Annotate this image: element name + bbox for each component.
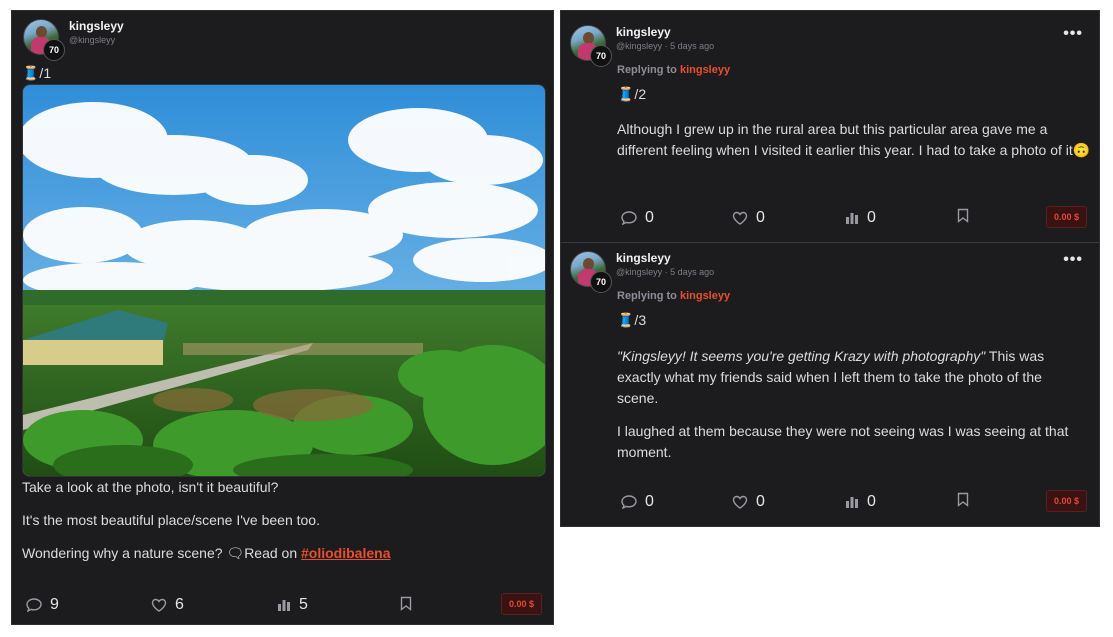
view-count: 0 (867, 209, 876, 226)
replying-to: Replying to kingsleyy (617, 290, 730, 302)
avatar[interactable]: 70 (570, 25, 612, 67)
username[interactable]: kingsleyy (616, 25, 714, 40)
thread-index: 🧵/3 (617, 312, 647, 328)
comment-button[interactable]: 0 (621, 209, 654, 227)
replies-panel: 70 kingsleyy @kingsleyy · 5 days ago •••… (560, 10, 1100, 527)
reply-body: Although I grew up in the rural area but… (617, 119, 1095, 173)
like-button[interactable]: 0 (732, 209, 765, 227)
heart-icon (732, 495, 748, 509)
view-count: 0 (867, 493, 876, 510)
comment-button[interactable]: 9 (26, 596, 59, 614)
quote-text: "Kingsleyy! It seems you're getting Kraz… (617, 348, 986, 364)
reply-body: "Kingsleyy! It seems you're getting Kraz… (617, 346, 1087, 475)
views-button[interactable]: 0 (845, 493, 876, 511)
user-handle-time: @kingsleyy · 5 days ago (616, 267, 715, 277)
like-button[interactable]: 0 (732, 493, 765, 511)
view-count: 5 (299, 596, 308, 613)
thread-index: 🧵/1 (22, 65, 52, 81)
views-button[interactable]: 0 (845, 209, 876, 227)
replying-label: Replying to (617, 64, 680, 76)
like-count: 0 (756, 493, 765, 510)
replying-label: Replying to (617, 290, 680, 302)
level-badge: 70 (43, 39, 65, 61)
bar-chart-icon (278, 600, 290, 611)
bookmark-button[interactable] (400, 596, 420, 611)
paragraph: Although I grew up in the rural area but… (617, 121, 1091, 158)
level-badge: 70 (590, 45, 612, 67)
bookmark-button[interactable] (957, 492, 977, 507)
paragraph: "Kingsleyy! It seems you're getting Kraz… (617, 346, 1087, 409)
comment-icon (621, 495, 637, 509)
replying-user-link[interactable]: kingsleyy (680, 290, 730, 302)
payout-badge[interactable]: 0.00 $ (1046, 206, 1088, 228)
paragraph: It's the most beautiful place/scene I've… (22, 512, 320, 528)
paragraph-hashtag: Wondering why a nature scene? 🗨Read on #… (22, 543, 532, 564)
replying-user-link[interactable]: kingsleyy (680, 64, 730, 76)
paragraph-text: Wondering why a nature scene? 🗨Read on (22, 545, 302, 561)
thread-index: 🧵/2 (617, 86, 647, 102)
bookmark-icon (957, 492, 969, 507)
views-button[interactable]: 5 (277, 596, 308, 614)
username[interactable]: kingsleyy (616, 251, 714, 266)
avatar[interactable]: 70 (570, 251, 612, 293)
more-icon[interactable]: ••• (1063, 251, 1083, 269)
paragraph: Take a look at the photo, isn't it beaut… (22, 479, 279, 495)
reply-header: 70 kingsleyy @kingsleyy · 5 days ago (570, 25, 715, 67)
post-body: Take a look at the photo, isn't it beaut… (22, 477, 532, 576)
comment-button[interactable]: 0 (621, 493, 654, 511)
bookmark-icon (400, 596, 412, 611)
reply-header: 70 kingsleyy @kingsleyy · 5 days ago (570, 251, 715, 293)
level-badge: 70 (590, 271, 612, 293)
bookmark-button[interactable] (957, 208, 977, 223)
heart-icon (151, 598, 167, 612)
post-header: 70 kingsleyy @kingsleyy (23, 19, 124, 61)
post-photo[interactable] (22, 84, 546, 477)
reply-divider (561, 242, 1099, 243)
paragraph: I laughed at them because they were not … (617, 423, 1069, 460)
comment-icon (621, 211, 637, 225)
comment-icon (26, 598, 42, 612)
payout-badge[interactable]: 0.00 $ (1046, 490, 1088, 512)
bar-chart-icon (846, 213, 858, 224)
like-count: 6 (175, 596, 184, 613)
more-icon[interactable]: ••• (1063, 25, 1083, 43)
username[interactable]: kingsleyy (69, 19, 124, 34)
replying-to: Replying to kingsleyy (617, 64, 730, 76)
post-card-main: 70 kingsleyy @kingsleyy 🧵/1 Take a look … (11, 10, 554, 625)
heart-icon (732, 211, 748, 225)
avatar[interactable]: 70 (23, 19, 65, 61)
comment-count: 0 (645, 493, 654, 510)
hashtag-link[interactable]: #oliodibalena (301, 545, 390, 561)
comment-count: 0 (645, 209, 654, 226)
comment-count: 9 (50, 596, 59, 613)
user-handle-time: @kingsleyy · 5 days ago (616, 41, 715, 51)
landscape-image (23, 85, 545, 476)
like-button[interactable]: 6 (151, 596, 184, 614)
bookmark-icon (957, 208, 969, 223)
bar-chart-icon (846, 497, 858, 508)
payout-badge[interactable]: 0.00 $ (501, 593, 543, 615)
user-handle: @kingsleyy (69, 35, 116, 45)
like-count: 0 (756, 209, 765, 226)
